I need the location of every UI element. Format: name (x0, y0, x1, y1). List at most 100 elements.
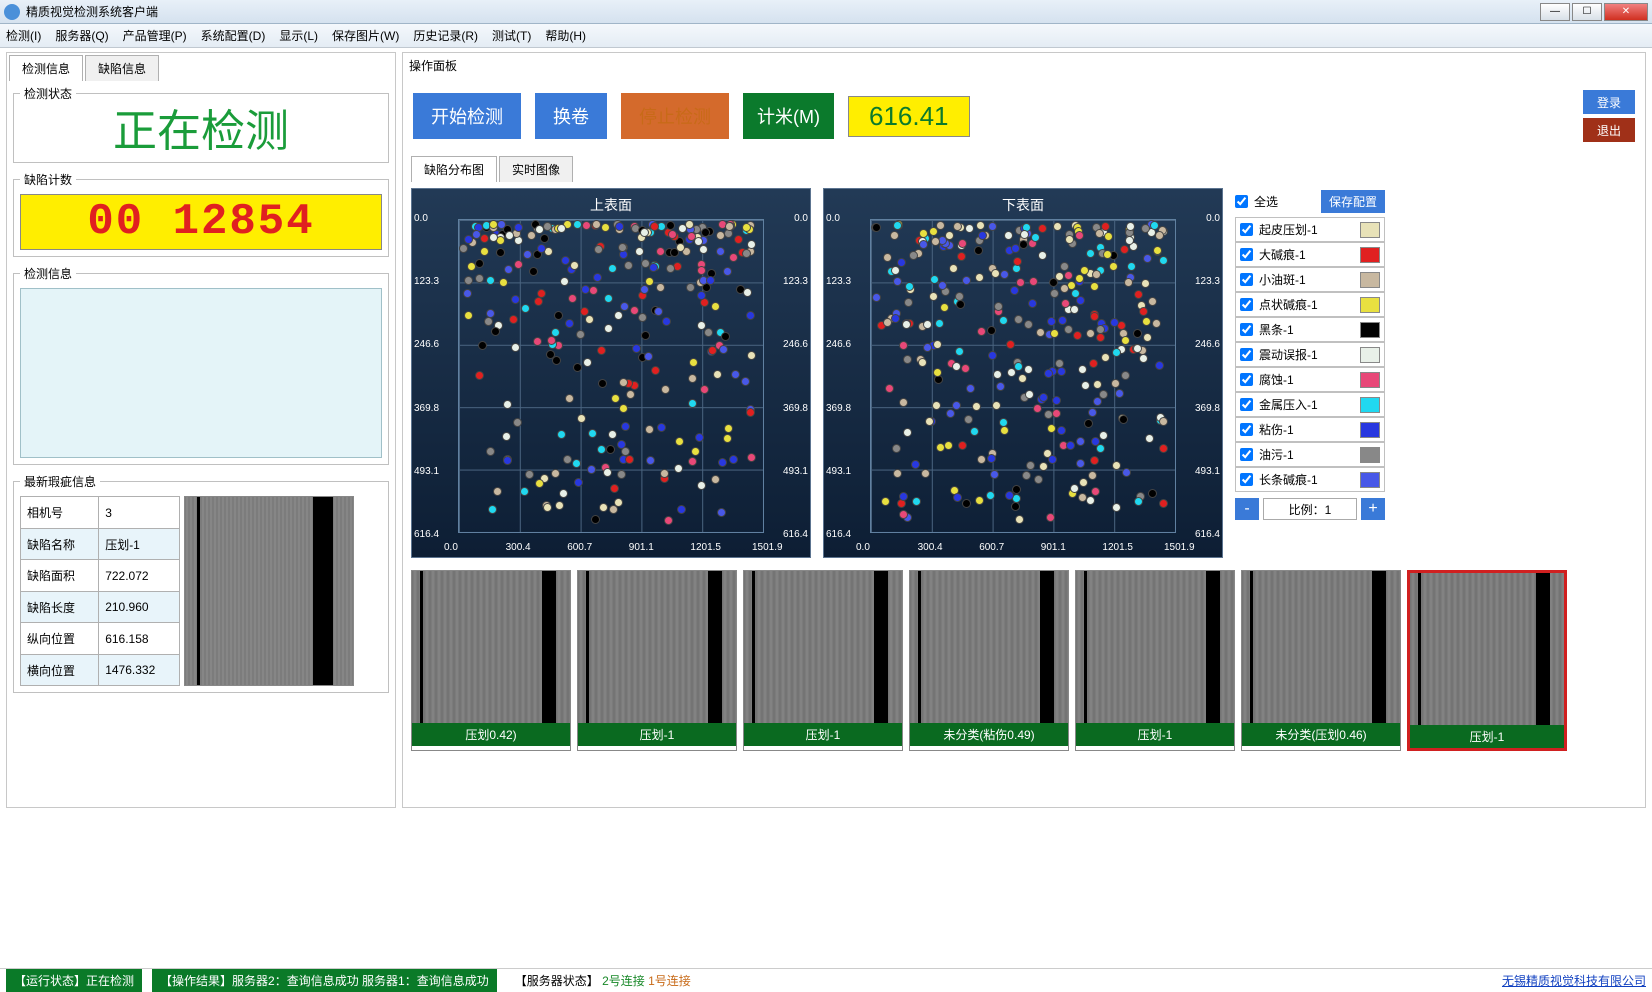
server-status: 【服务器状态】 2号连接 1号连接 (507, 969, 699, 992)
menu-product[interactable]: 产品管理(P) (123, 27, 187, 44)
thumbnail-label: 未分类(压划0.46) (1242, 723, 1400, 746)
thumbnail-card[interactable]: 压划0.42) (411, 570, 571, 751)
legend-label: 大碱痕-1 (1259, 246, 1306, 263)
thumbnail-card[interactable]: 压划-1 (1407, 570, 1567, 751)
legend-checkbox[interactable] (1240, 373, 1253, 386)
thumbnail-card[interactable]: 压划-1 (577, 570, 737, 751)
logout-button[interactable]: 退出 (1583, 118, 1635, 142)
thumbnail-label: 压划-1 (744, 723, 902, 746)
thumbnail-card[interactable]: 未分类(压划0.46) (1241, 570, 1401, 751)
tab-live-image[interactable]: 实时图像 (499, 156, 573, 182)
title-bar: 精质视觉检测系统客户端 — ☐ ✕ (0, 0, 1652, 24)
status-label: 检测状态 (20, 85, 76, 102)
hpos-k: 横向位置 (21, 654, 99, 686)
legend-item[interactable]: 粘伤-1 (1235, 417, 1385, 442)
meter-value: 616.41 (848, 96, 970, 137)
menu-history[interactable]: 历史记录(R) (413, 27, 478, 44)
thumbnail-card[interactable]: 压划-1 (1075, 570, 1235, 751)
area-v: 722.072 (99, 560, 180, 592)
area-k: 缺陷面积 (21, 560, 99, 592)
app-title: 精质视觉检测系统客户端 (26, 3, 1538, 20)
minimize-button[interactable]: — (1540, 3, 1570, 21)
thumbnail-label: 压划-1 (1410, 725, 1564, 748)
menu-test[interactable]: 测试(T) (492, 27, 531, 44)
legend-item[interactable]: 点状碱痕-1 (1235, 292, 1385, 317)
legend-item[interactable]: 起皮压划-1 (1235, 217, 1385, 242)
thumbnail-card[interactable]: 压划-1 (743, 570, 903, 751)
chart-top-title: 上表面 (412, 189, 810, 221)
legend-checkbox[interactable] (1240, 248, 1253, 261)
legend-label: 黑条-1 (1259, 321, 1294, 338)
legend-item[interactable]: 长条碱痕-1 (1235, 467, 1385, 492)
chart-bottom-title: 下表面 (824, 189, 1222, 221)
tab-dist-map[interactable]: 缺陷分布图 (411, 156, 497, 182)
thumbnail-image (578, 571, 736, 723)
login-button[interactable]: 登录 (1583, 90, 1635, 114)
select-all-label: 全选 (1254, 193, 1278, 210)
legend-item[interactable]: 腐蚀-1 (1235, 367, 1385, 392)
ratio-plus-button[interactable]: + (1361, 498, 1385, 520)
legend-checkbox[interactable] (1240, 398, 1253, 411)
legend-label: 起皮压划-1 (1259, 221, 1318, 238)
legend-swatch (1360, 297, 1380, 313)
legend-item[interactable]: 震动误报-1 (1235, 342, 1385, 367)
legend-checkbox[interactable] (1240, 298, 1253, 311)
cam-no-k: 相机号 (21, 497, 99, 529)
status-text: 正在检测 (20, 108, 382, 156)
thumbnail-label: 未分类(粘伤0.49) (910, 723, 1068, 746)
op-status: 【操作结果】服务器2：查询信息成功 服务器1：查询信息成功 (152, 969, 497, 992)
menu-bar: 检测(I) 服务器(Q) 产品管理(P) 系统配置(D) 显示(L) 保存图片(… (0, 24, 1652, 48)
app-icon (4, 4, 20, 20)
legend-item[interactable]: 金属压入-1 (1235, 392, 1385, 417)
legend-item[interactable]: 小油斑-1 (1235, 267, 1385, 292)
company-link[interactable]: 无锡精质视觉科技有限公司 (1502, 972, 1646, 989)
legend-checkbox[interactable] (1240, 423, 1253, 436)
latest-thumb (184, 496, 354, 686)
change-roll-button[interactable]: 换卷 (535, 93, 607, 139)
stop-button[interactable]: 停止检测 (621, 93, 729, 139)
start-button[interactable]: 开始检测 (413, 93, 521, 139)
ratio-minus-button[interactable]: - (1235, 498, 1259, 520)
legend-item[interactable]: 油污-1 (1235, 442, 1385, 467)
legend-label: 腐蚀-1 (1259, 371, 1294, 388)
maximize-button[interactable]: ☐ (1572, 3, 1602, 21)
counter-box: 缺陷计数 00 12854 (13, 171, 389, 257)
thumbnail-card[interactable]: 未分类(粘伤0.49) (909, 570, 1069, 751)
legend-label: 油污-1 (1259, 446, 1294, 463)
legend-item[interactable]: 大碱痕-1 (1235, 242, 1385, 267)
name-k: 缺陷名称 (21, 528, 99, 560)
cam-no-v: 3 (99, 497, 180, 529)
legend-label: 金属压入-1 (1259, 396, 1318, 413)
legend-swatch (1360, 222, 1380, 238)
menu-saveimg[interactable]: 保存图片(W) (332, 27, 399, 44)
tab-defect-info[interactable]: 缺陷信息 (85, 55, 159, 81)
legend-swatch (1360, 247, 1380, 263)
legend-checkbox[interactable] (1240, 473, 1253, 486)
panel-title: 操作面板 (405, 55, 461, 76)
thumbnail-label: 压划0.42) (412, 723, 570, 746)
save-config-button[interactable]: 保存配置 (1321, 190, 1385, 213)
chart-top-surface[interactable]: 上表面 0.00.0123.3123.3246.6246.6369.8369.8… (411, 188, 811, 558)
select-all-checkbox[interactable] (1235, 195, 1248, 208)
menu-display[interactable]: 显示(L) (279, 27, 318, 44)
info-box (20, 288, 382, 458)
menu-config[interactable]: 系统配置(D) (201, 27, 266, 44)
legend-checkbox[interactable] (1240, 273, 1253, 286)
legend-checkbox[interactable] (1240, 223, 1253, 236)
chart-bottom-surface[interactable]: 下表面 0.00.0123.3123.3246.6246.6369.8369.8… (823, 188, 1223, 558)
info-box-wrap: 检测信息 (13, 265, 389, 465)
legend-checkbox[interactable] (1240, 448, 1253, 461)
latest-label: 最新瑕疵信息 (20, 473, 100, 490)
name-v: 压划-1 (99, 528, 180, 560)
menu-server[interactable]: 服务器(Q) (55, 27, 108, 44)
legend-checkbox[interactable] (1240, 348, 1253, 361)
thumbnail-row: 压划0.42) 压划-1 压划-1 未分类(粘伤0.49) 压划-1 未分类(压… (405, 564, 1643, 757)
menu-detect[interactable]: 检测(I) (6, 27, 41, 44)
thumbnail-label: 压划-1 (578, 723, 736, 746)
legend-checkbox[interactable] (1240, 323, 1253, 336)
tab-detect-info[interactable]: 检测信息 (9, 55, 83, 81)
legend-item[interactable]: 黑条-1 (1235, 317, 1385, 342)
close-button[interactable]: ✕ (1604, 3, 1648, 21)
menu-help[interactable]: 帮助(H) (545, 27, 586, 44)
legend-swatch (1360, 372, 1380, 388)
